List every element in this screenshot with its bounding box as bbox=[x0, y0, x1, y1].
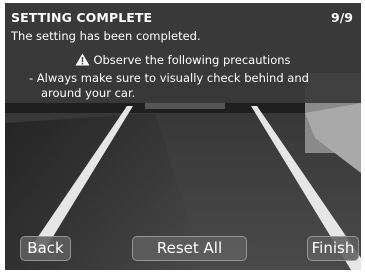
precaution-heading-text: Observe the following precautions bbox=[93, 53, 291, 67]
camera-setting-screen: SETTING COMPLETE 9/9 The setting has bee… bbox=[5, 3, 361, 270]
completion-message: The setting has been completed. bbox=[11, 29, 201, 43]
back-button[interactable]: Back bbox=[20, 236, 71, 261]
step-indicator: 9/9 bbox=[331, 10, 353, 25]
precaution-heading: Observe the following precautions bbox=[5, 53, 361, 67]
page-title: SETTING COMPLETE bbox=[11, 10, 153, 25]
precaution-item: - Always make sure to visually check beh… bbox=[29, 71, 309, 100]
reset-all-button[interactable]: Reset All bbox=[132, 236, 247, 261]
setting-header-panel: SETTING COMPLETE 9/9 The setting has bee… bbox=[5, 3, 361, 103]
warning-triangle-icon bbox=[75, 53, 90, 66]
finish-button[interactable]: Finish bbox=[307, 236, 359, 261]
